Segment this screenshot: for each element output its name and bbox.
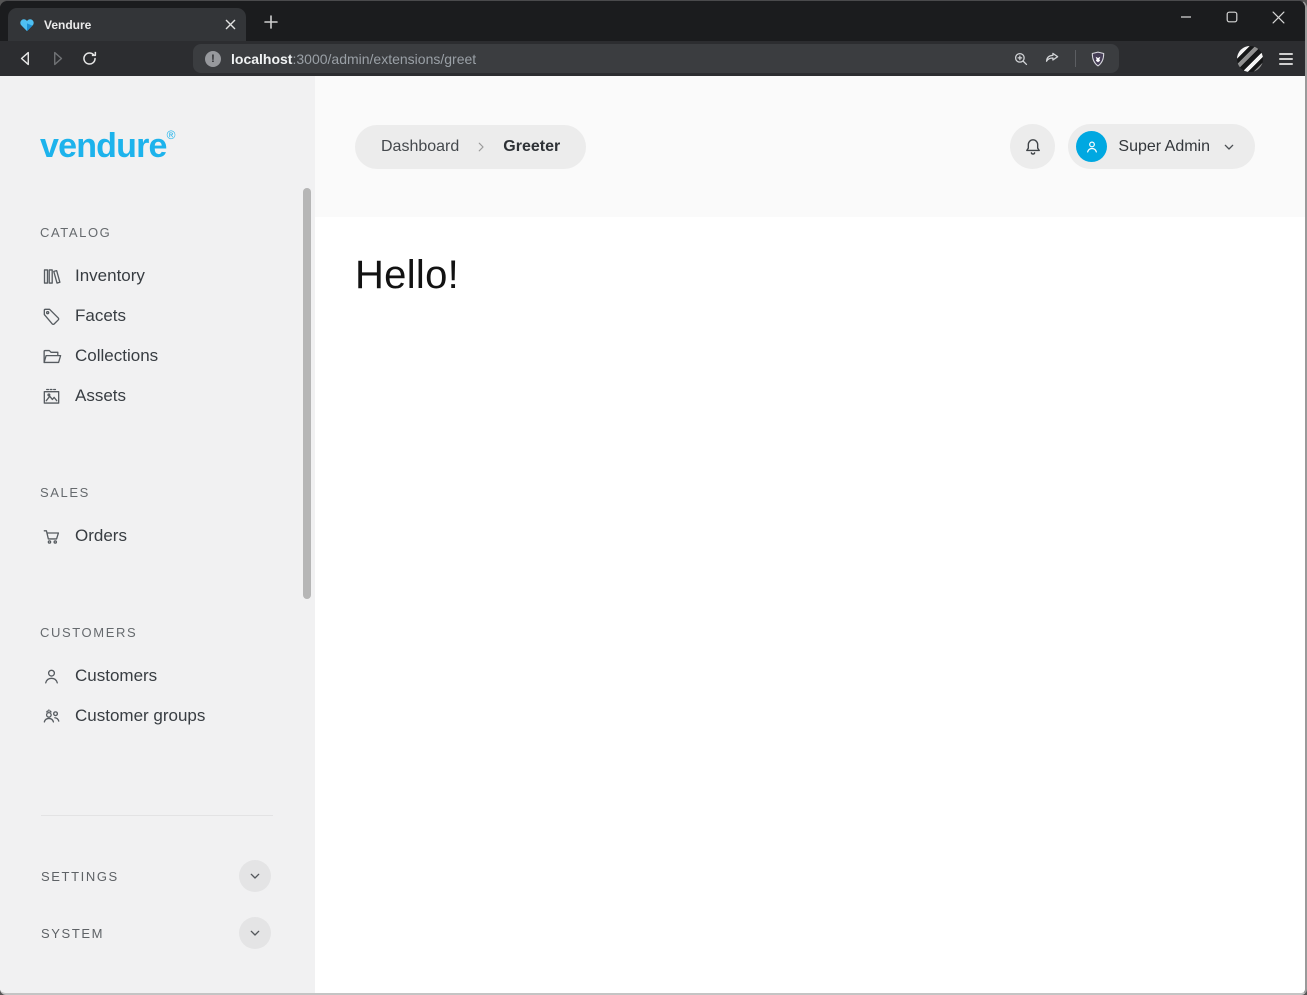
chevron-right-icon [474, 140, 488, 154]
section-label: SYSTEM [41, 926, 104, 941]
main-area: Dashboard Greeter [315, 76, 1305, 993]
minimize-button[interactable] [1163, 1, 1209, 33]
nav-section-customers: CUSTOMERS Customers Customer groups [40, 625, 275, 736]
vendure-favicon-icon [19, 17, 35, 33]
folder-open-icon [40, 345, 62, 367]
url-host: localhost [231, 51, 292, 67]
sidebar-item-customers[interactable]: Customers [40, 656, 275, 696]
browser-menu-icon[interactable] [1279, 53, 1293, 65]
sidebar-nav: CATALOG Inventory Facets Collections Ass… [0, 165, 315, 736]
section-label: CUSTOMERS [40, 625, 275, 640]
sidebar-item-label: Assets [75, 386, 126, 406]
url-path: :3000/admin/extensions/greet [292, 51, 476, 67]
sidebar-item-assets[interactable]: Assets [40, 376, 275, 416]
expand-section-button[interactable] [239, 860, 271, 892]
sidebar-item-label: Collections [75, 346, 158, 366]
nav-section-sales: SALES Orders [40, 485, 275, 556]
logo-registered-mark: ® [167, 128, 175, 142]
sidebar-item-label: Facets [75, 306, 126, 326]
new-tab-button[interactable] [255, 7, 287, 37]
vendure-logo[interactable]: vendure® [0, 76, 315, 165]
section-label: SETTINGS [41, 869, 119, 884]
browser-toolbar: ! localhost:3000/admin/extensions/greet [0, 41, 1305, 76]
sidebar-section-system[interactable]: SYSTEM [41, 911, 271, 955]
greeting-heading: Hello! [355, 253, 1265, 298]
chevron-down-icon [1221, 139, 1237, 155]
tab-strip: Vendure [0, 1, 1305, 41]
main-header: Dashboard Greeter [315, 76, 1305, 217]
browser-tab[interactable]: Vendure [8, 8, 246, 41]
user-avatar [1076, 131, 1107, 162]
sidebar-item-customer-groups[interactable]: Customer groups [40, 696, 275, 736]
user-name: Super Admin [1118, 138, 1210, 156]
user-menu-button[interactable]: Super Admin [1068, 124, 1255, 169]
header-actions: Super Admin [1010, 124, 1255, 169]
sidebar-item-inventory[interactable]: Inventory [40, 256, 275, 296]
url-text[interactable]: localhost:3000/admin/extensions/greet [231, 51, 1002, 67]
cart-icon [40, 525, 62, 547]
notifications-button[interactable] [1010, 124, 1055, 169]
users-icon [40, 705, 62, 727]
browser-profile-avatar[interactable] [1237, 46, 1263, 72]
forward-button[interactable] [44, 45, 72, 73]
sidebar-item-orders[interactable]: Orders [40, 516, 275, 556]
sidebar-item-facets[interactable]: Facets [40, 296, 275, 336]
sidebar-item-collections[interactable]: Collections [40, 336, 275, 376]
nav-section-catalog: CATALOG Inventory Facets Collections Ass… [40, 225, 275, 416]
tab-close-icon[interactable] [225, 19, 236, 30]
sidebar-item-label: Customers [75, 666, 157, 686]
address-bar[interactable]: ! localhost:3000/admin/extensions/greet [193, 44, 1119, 73]
tag-icon [40, 305, 62, 327]
reload-button[interactable] [75, 45, 103, 73]
sidebar-item-label: Inventory [75, 266, 145, 286]
section-label: CATALOG [40, 225, 275, 240]
browser-window: Vendure [0, 0, 1307, 995]
sidebar-scrollbar[interactable] [303, 188, 311, 599]
back-button[interactable] [12, 45, 40, 73]
breadcrumb-dashboard-link[interactable]: Dashboard [381, 138, 459, 156]
section-label: SALES [40, 485, 275, 500]
bell-icon [1022, 136, 1044, 158]
chevron-down-icon [247, 868, 263, 884]
sidebar-item-label: Orders [75, 526, 127, 546]
breadcrumb: Dashboard Greeter [355, 125, 586, 169]
chevron-down-icon [247, 925, 263, 941]
user-avatar-icon [1083, 138, 1101, 156]
image-icon [40, 385, 62, 407]
sidebar-section-settings[interactable]: SETTINGS [41, 854, 271, 898]
sidebar: vendure® CATALOG Inventory Facets Collec… [0, 76, 315, 993]
page-content: Hello! [315, 217, 1305, 334]
close-window-button[interactable] [1255, 1, 1301, 33]
sidebar-collapsed: SETTINGS SYSTEM [0, 816, 315, 955]
share-icon[interactable] [1043, 49, 1062, 68]
toolbar-divider [1075, 50, 1076, 67]
user-icon [40, 665, 62, 687]
site-info-icon[interactable]: ! [205, 51, 221, 67]
tab-title: Vendure [44, 18, 216, 32]
expand-section-button[interactable] [239, 917, 271, 949]
maximize-button[interactable] [1209, 1, 1255, 33]
window-controls [1163, 1, 1301, 33]
breadcrumb-current: Greeter [503, 138, 560, 156]
logo-text: vendure [40, 127, 167, 165]
page: vendure® CATALOG Inventory Facets Collec… [0, 76, 1305, 993]
brave-shield-icon[interactable] [1089, 50, 1107, 68]
sidebar-item-label: Customer groups [75, 706, 205, 726]
library-icon [40, 265, 62, 287]
zoom-icon[interactable] [1012, 50, 1030, 68]
address-bar-actions [1012, 49, 1107, 68]
